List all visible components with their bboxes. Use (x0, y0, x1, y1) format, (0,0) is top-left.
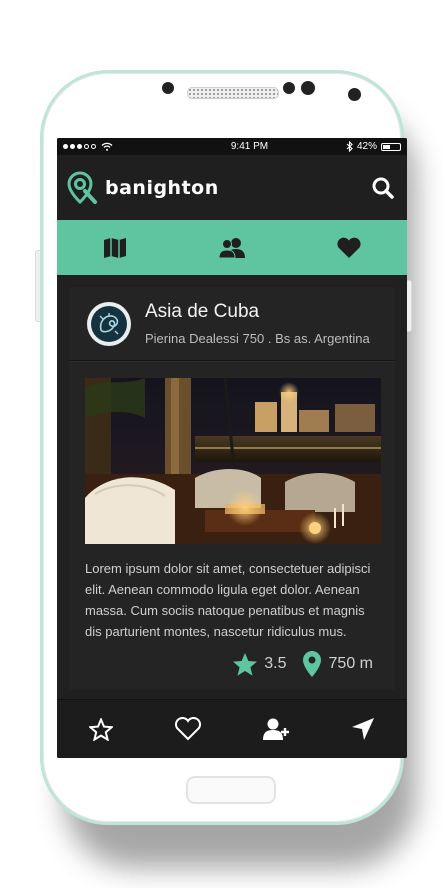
venue-rating: 3.5 (264, 655, 287, 672)
venue-card[interactable]: Asia de Cuba Pierina Dealessi 750 . Bs a… (69, 287, 395, 690)
signal-dot (91, 144, 96, 149)
signal-dot (77, 144, 82, 149)
status-bar: 9:41 PM 42% (57, 138, 407, 155)
venue-name: Asia de Cuba (145, 301, 260, 322)
navigate-button[interactable] (343, 709, 383, 749)
heart-outline-icon (175, 717, 202, 741)
phone-front-camera (348, 88, 361, 101)
like-button[interactable] (168, 709, 208, 749)
tab-map[interactable] (85, 228, 145, 268)
venue-meta: 3.5 750 m (85, 650, 379, 678)
phone-speaker (187, 87, 279, 99)
venue-distance: 750 m (328, 655, 373, 672)
status-time: 9:41 PM (230, 141, 269, 152)
heart-icon (337, 237, 361, 258)
brand-name: banighton (105, 176, 219, 199)
tab-favorites[interactable] (319, 228, 379, 268)
star-icon (233, 652, 258, 676)
app-header: banighton (57, 155, 407, 220)
location-pin-icon (302, 651, 321, 677)
venue-avatar (87, 301, 131, 346)
phone-sensor (162, 82, 174, 94)
add-friend-button[interactable] (256, 709, 296, 749)
tab-friends[interactable] (202, 228, 262, 268)
venue-address: Pierina Dealessi 750 . Bs as. Argentina (145, 331, 370, 346)
signal-dot (84, 144, 89, 149)
venue-content: Asia de Cuba Pierina Dealessi 750 . Bs a… (57, 275, 407, 703)
bottom-action-bar (57, 699, 407, 758)
logo-icon (67, 170, 97, 204)
bluetooth-icon (346, 141, 353, 152)
venue-photo-image (85, 378, 381, 544)
venue-photo[interactable] (85, 378, 381, 544)
phone-camera (283, 82, 295, 94)
favorite-button[interactable] (81, 709, 121, 749)
signal-dot (70, 144, 75, 149)
brand: banighton (67, 170, 219, 205)
navigate-icon (352, 718, 375, 740)
signal-dot (63, 144, 68, 149)
battery-percent: 42% (356, 141, 377, 152)
venue-description: Lorem ipsum dolor sit amet, consectetuer… (85, 561, 371, 639)
battery-icon (380, 142, 401, 151)
search-icon[interactable] (371, 176, 395, 200)
phone-camera-secondary (301, 81, 315, 95)
app-screen: 9:41 PM 42% banighton Asia de Cuba Pieri… (57, 138, 407, 758)
add-user-icon (262, 718, 289, 740)
venue-header: Asia de Cuba Pierina Dealessi 750 . Bs a… (69, 287, 395, 361)
signal-indicator (63, 142, 113, 151)
wifi-icon (101, 142, 113, 151)
phone-home-button[interactable] (186, 776, 276, 804)
star-outline-icon (88, 717, 113, 741)
map-icon (104, 237, 127, 258)
tab-bar (57, 220, 407, 275)
dragon-logo-icon (99, 312, 119, 334)
friends-icon (218, 237, 245, 258)
venue-body: Lorem ipsum dolor sit amet, consectetuer… (69, 361, 395, 690)
